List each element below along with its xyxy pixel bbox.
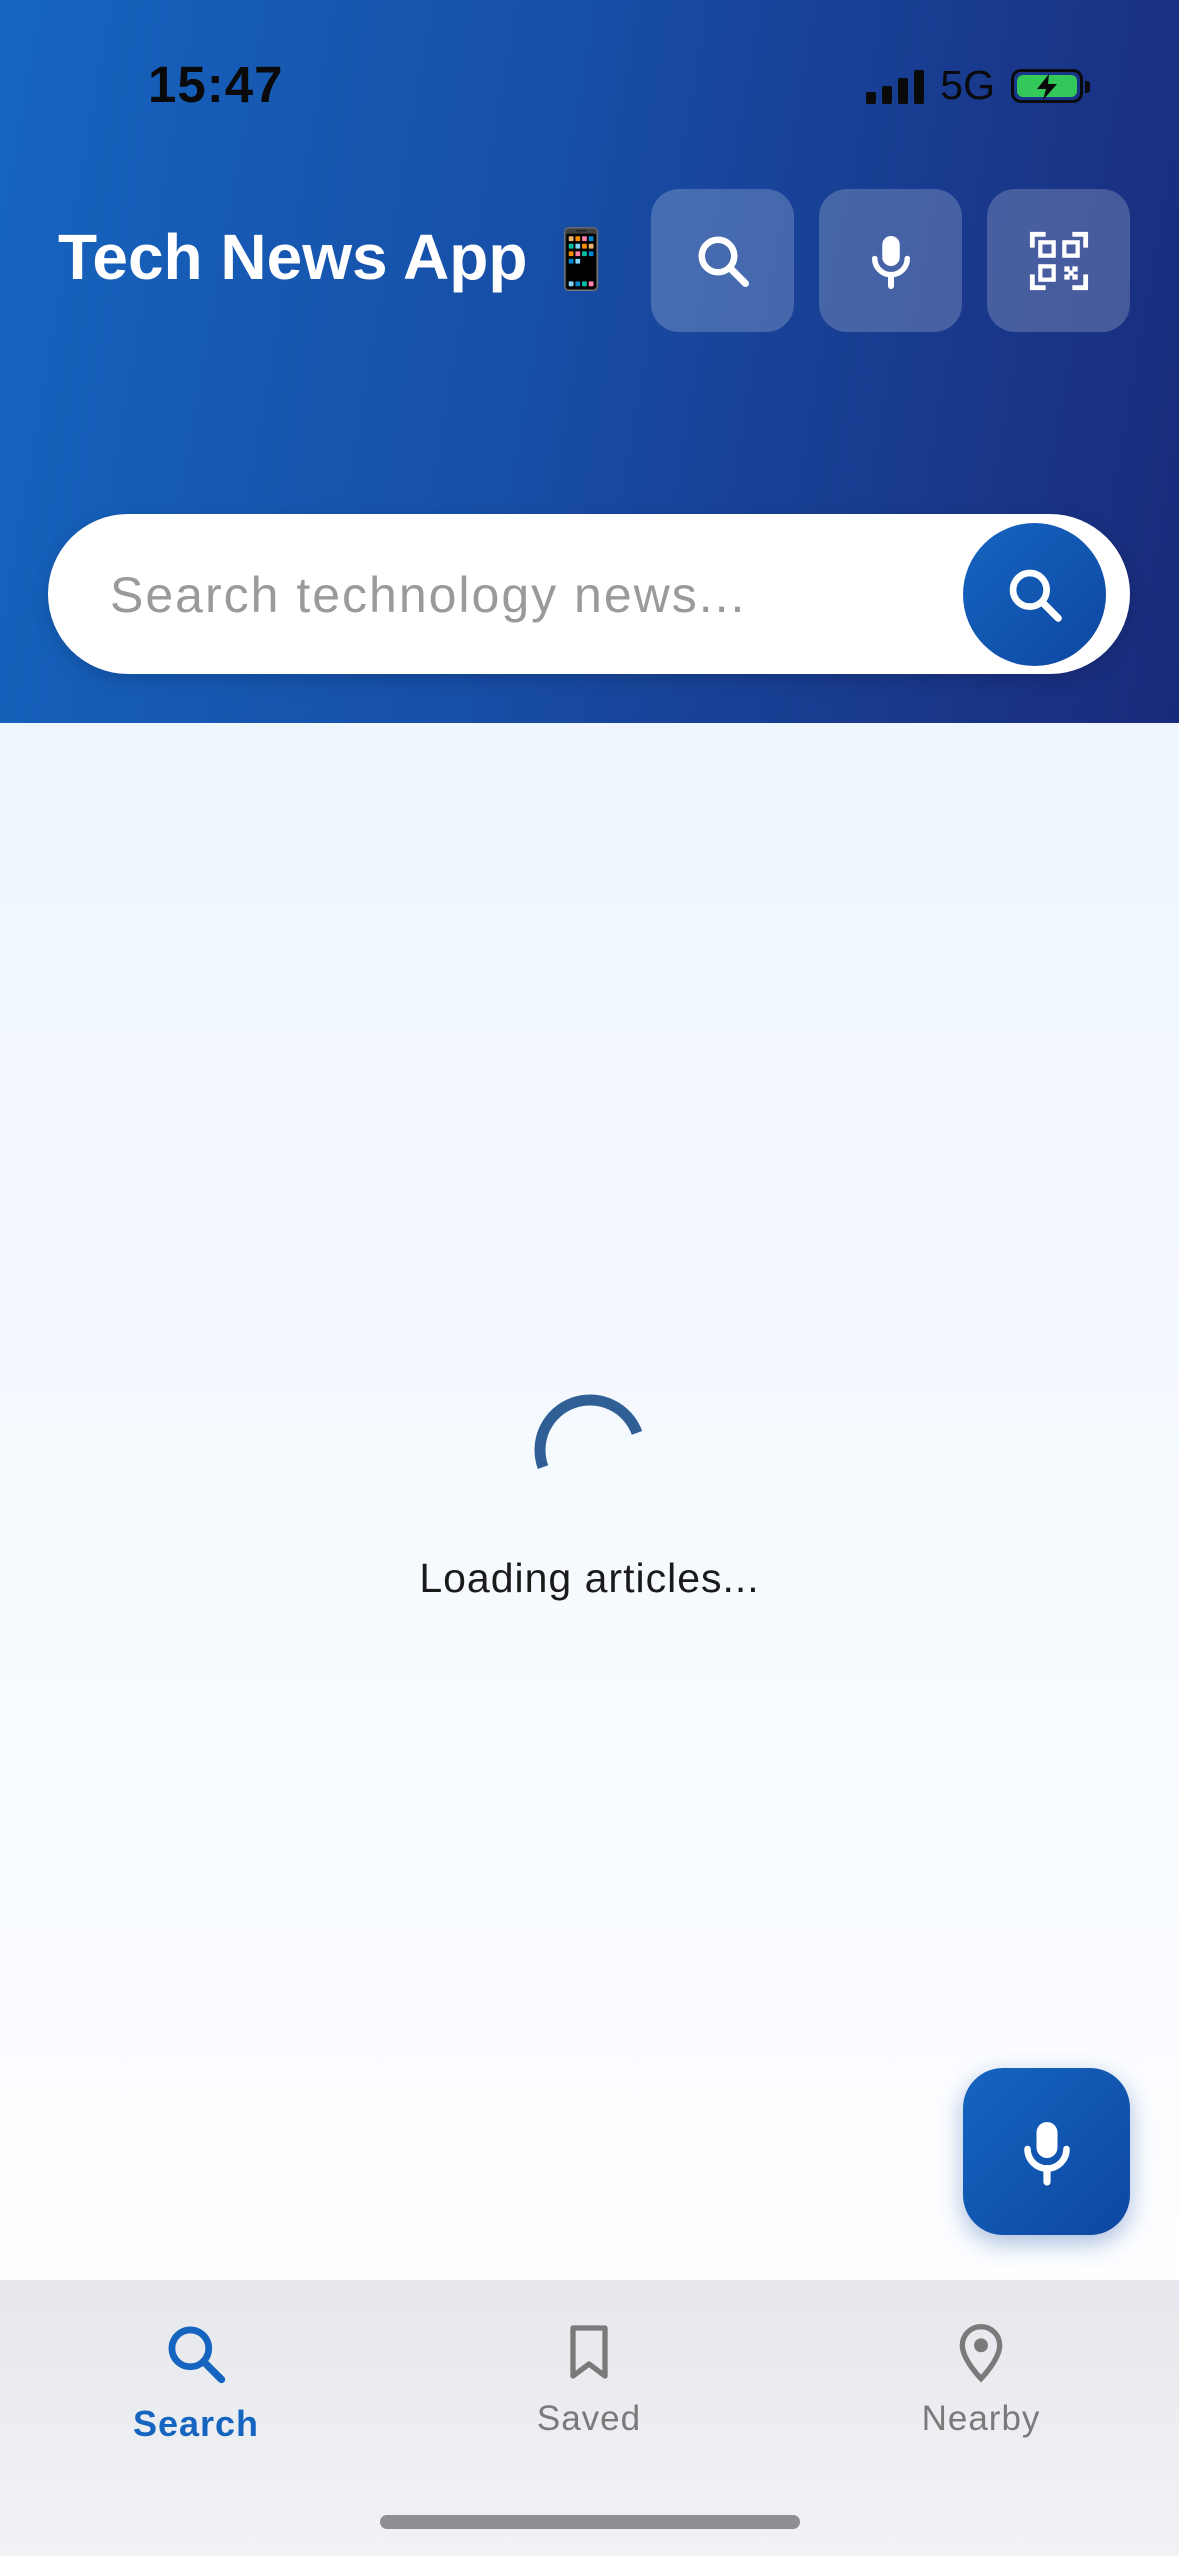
- search-icon: [168, 2326, 226, 2384]
- home-indicator[interactable]: [380, 2515, 800, 2529]
- search-input[interactable]: [108, 554, 962, 636]
- tab-nearby[interactable]: Nearby: [831, 2320, 1131, 2439]
- search-submit-button[interactable]: [963, 523, 1106, 666]
- search-icon: [1009, 569, 1062, 622]
- loading-text: Loading articles...: [419, 1555, 760, 1601]
- status-indicators: 5G: [866, 62, 1090, 109]
- network-type: 5G: [940, 62, 995, 108]
- header-qr-scan-button[interactable]: [987, 189, 1130, 332]
- tab-label: Nearby: [921, 2399, 1041, 2438]
- header-voice-button[interactable]: [819, 189, 962, 332]
- voice-search-fab[interactable]: [963, 2068, 1130, 2235]
- page-title: Tech News App 📱: [58, 220, 617, 294]
- location-pin-icon: [959, 2324, 1003, 2383]
- tab-saved[interactable]: Saved: [439, 2320, 739, 2439]
- search-bar: [48, 514, 1130, 674]
- tab-label: Search: [132, 2403, 260, 2444]
- search-icon: [698, 236, 749, 287]
- status-time: 15:47: [148, 56, 284, 113]
- microphone-icon: [871, 235, 910, 289]
- loading-spinner: [0, 1380, 1179, 1525]
- bookmark-icon: [570, 2325, 608, 2379]
- app-title-text: Tech News App: [58, 221, 528, 293]
- signal-icon: [866, 68, 925, 104]
- phone-emoji: 📱: [545, 227, 618, 292]
- microphone-icon: [1023, 2121, 1070, 2186]
- battery-charging-icon: [1011, 68, 1090, 103]
- tab-label: Saved: [536, 2399, 642, 2438]
- qr-code-icon: [1029, 231, 1088, 290]
- header-search-button[interactable]: [651, 189, 794, 332]
- tab-search[interactable]: Search: [46, 2320, 346, 2445]
